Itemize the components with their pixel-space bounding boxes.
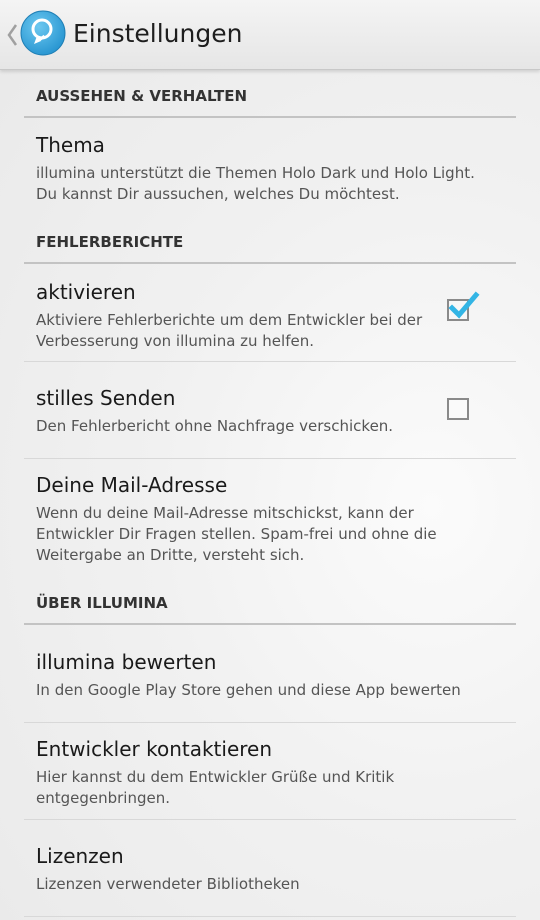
pref-title: illumina bewerten bbox=[36, 650, 217, 674]
pref-silent-send[interactable]: stilles Senden Den Fehlerbericht ohne Na… bbox=[24, 362, 516, 459]
section-header-appearance: AUSSEHEN & VERHALTEN bbox=[24, 86, 516, 118]
check-icon bbox=[448, 291, 480, 319]
page-title: Einstellungen bbox=[73, 19, 243, 48]
pref-title: aktivieren bbox=[36, 280, 136, 304]
pref-summary: Hier kannst du dem Entwickler Grüße und … bbox=[36, 768, 395, 807]
section-header-error-reports: FEHLERBERICHTE bbox=[24, 232, 516, 264]
pref-title: Entwickler kontaktieren bbox=[36, 737, 273, 761]
pref-licenses[interactable]: Lizenzen Lizenzen verwendeter Bibliothek… bbox=[24, 820, 516, 917]
pref-contact-developer[interactable]: Entwickler kontaktieren Hier kannst du d… bbox=[24, 723, 516, 820]
silent-send-checkbox[interactable] bbox=[447, 398, 469, 420]
action-bar: Einstellungen bbox=[0, 0, 540, 70]
pref-summary: In den Google Play Store gehen und diese… bbox=[36, 681, 461, 699]
pref-title: Thema bbox=[36, 133, 105, 157]
pref-summary: Den Fehlerbericht ohne Nachfrage verschi… bbox=[36, 417, 394, 435]
pref-rate-app[interactable]: illumina bewerten In den Google Play Sto… bbox=[24, 625, 516, 723]
pref-summary: Lizenzen verwendeter Bibliotheken bbox=[36, 875, 300, 893]
pref-title: Lizenzen bbox=[36, 844, 124, 868]
pref-summary: illumina unterstützt die Themen Holo Dar… bbox=[36, 164, 475, 203]
pref-theme[interactable]: Thema illumina unterstützt die Themen Ho… bbox=[24, 118, 516, 218]
enable-reports-checkbox[interactable] bbox=[447, 291, 480, 321]
lightbulb-icon[interactable] bbox=[20, 10, 66, 56]
pref-mail-address[interactable]: Deine Mail-Adresse Wenn du deine Mail-Ad… bbox=[24, 459, 516, 584]
pref-summary: Wenn du deine Mail-Adresse mitschickst, … bbox=[36, 504, 437, 564]
pref-summary: Aktiviere Fehlerberichte um dem Entwickl… bbox=[36, 311, 423, 350]
pref-title: stilles Senden bbox=[36, 386, 176, 410]
section-header-about: ÜBER ILLUMINA bbox=[24, 593, 516, 625]
chevron-left-icon[interactable] bbox=[5, 22, 19, 48]
pref-title: Deine Mail-Adresse bbox=[36, 473, 228, 497]
pref-enable-reports[interactable]: aktivieren Aktiviere Fehlerberichte um d… bbox=[24, 264, 516, 362]
